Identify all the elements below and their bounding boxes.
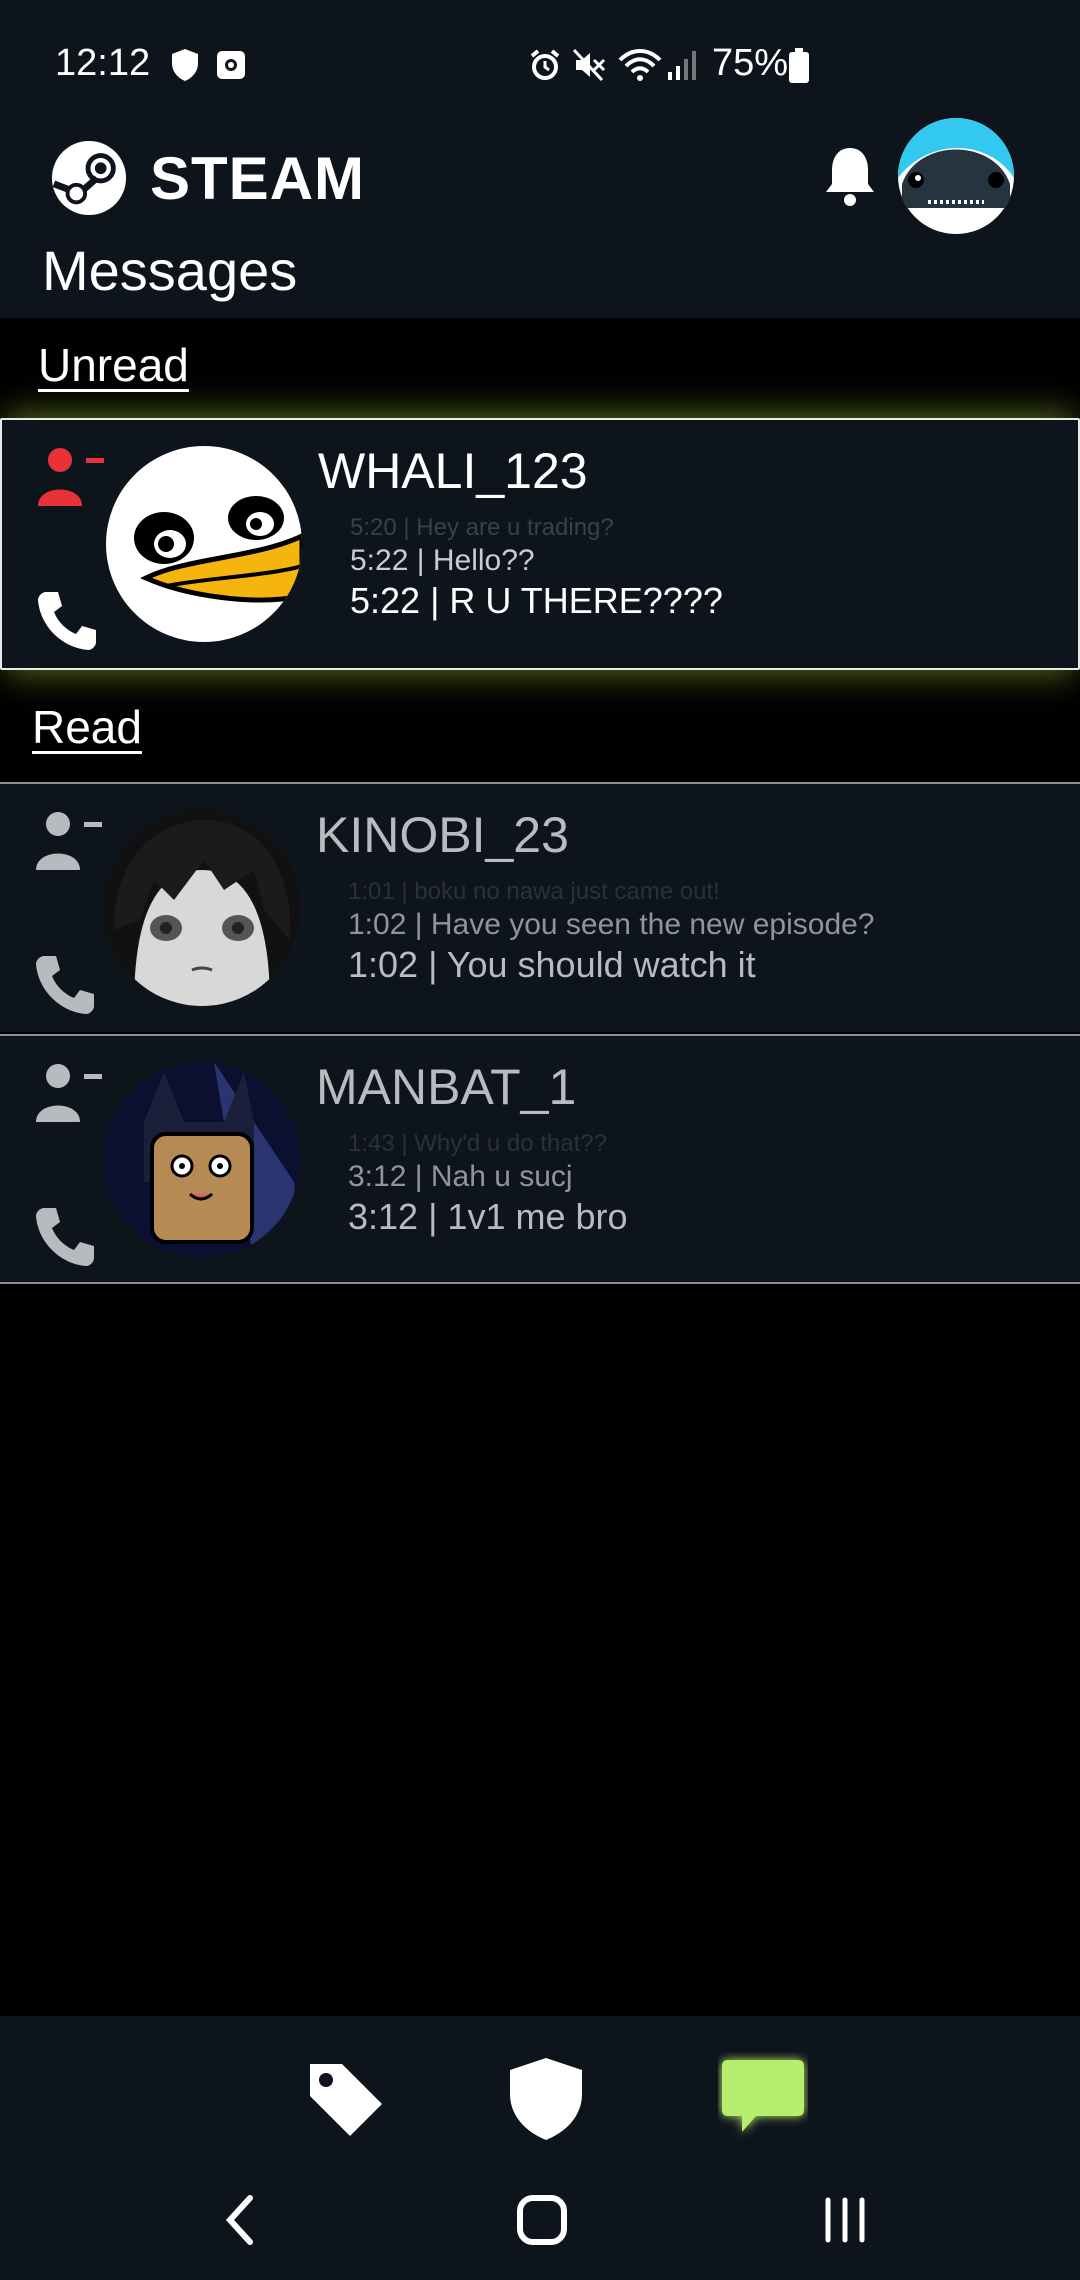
screen-record-status-icon [217, 51, 245, 79]
message-preview: 1:02 | You should watch it [348, 944, 756, 985]
remove-friend-icon[interactable] [34, 810, 104, 874]
phone-icon[interactable] [34, 1204, 98, 1268]
status-time: 12:12 [55, 42, 151, 84]
back-icon[interactable] [220, 2192, 260, 2248]
bottom-navigation [0, 2016, 1080, 2280]
section-label-read: Read [32, 701, 142, 753]
contact-username: MANBAT_1 [316, 1059, 577, 1115]
message-preview: 5:22 | R U THERE???? [350, 580, 723, 621]
remove-friend-icon[interactable] [34, 1062, 104, 1126]
message-preview: 3:12 | 1v1 me bro [348, 1196, 628, 1237]
top-app-bar: 12:12 75% STEAM Messages [0, 0, 1080, 318]
phone-icon[interactable] [34, 952, 98, 1016]
duck-avatar-image [106, 446, 302, 642]
whale-avatar-image [898, 118, 1014, 234]
tag-icon[interactable] [304, 2058, 386, 2140]
page-title: Messages [42, 239, 298, 302]
conversation-card[interactable]: WHALI_123 5:20 | Hey are u trading? 5:22… [0, 418, 1080, 670]
section-label-unread: Unread [38, 339, 189, 391]
contact-avatar[interactable] [104, 810, 300, 1006]
batman-avatar-image [104, 1062, 300, 1258]
battery-icon [789, 48, 809, 83]
message-preview: 1:01 | boku no nawa just came out! [348, 878, 720, 905]
message-preview: 3:12 | Nah u sucj [348, 1160, 573, 1193]
message-preview: 1:43 | Why'd u do that?? [348, 1130, 607, 1157]
profile-avatar[interactable] [898, 118, 1014, 234]
message-preview: 5:20 | Hey are u trading? [350, 514, 614, 541]
wifi-icon [618, 49, 662, 81]
conversation-card[interactable]: KINOBI_23 1:01 | boku no nawa just came … [0, 782, 1080, 1032]
battery-percent: 75% [712, 42, 789, 84]
contact-username: WHALI_123 [318, 443, 588, 499]
alarm-icon [530, 49, 560, 80]
contact-username: KINOBI_23 [316, 807, 569, 863]
shield-icon[interactable] [506, 2056, 586, 2142]
recent-apps-icon[interactable] [820, 2194, 870, 2246]
status-bar: 12:12 75% [0, 0, 1080, 128]
remove-friend-icon[interactable] [36, 446, 106, 510]
chat-icon[interactable] [718, 2052, 808, 2142]
shield-status-icon [172, 49, 198, 81]
steam-brand[interactable]: STEAM [50, 138, 365, 218]
contact-avatar[interactable] [106, 446, 302, 642]
message-preview: 1:02 | Have you seen the new episode? [348, 908, 875, 941]
mute-icon [572, 48, 606, 82]
message-preview: 5:22 | Hello?? [350, 544, 535, 577]
signal-icon [668, 51, 696, 80]
conversation-card[interactable]: MANBAT_1 1:43 | Why'd u do that?? 3:12 |… [0, 1034, 1080, 1284]
notification-bell-icon[interactable] [822, 144, 878, 208]
home-icon[interactable] [516, 2194, 568, 2246]
app-name: STEAM [150, 144, 365, 212]
phone-icon[interactable] [36, 588, 100, 652]
contact-avatar[interactable] [104, 1062, 300, 1258]
steam-logo-icon [51, 140, 127, 216]
anime-girl-avatar-image [104, 810, 300, 1006]
